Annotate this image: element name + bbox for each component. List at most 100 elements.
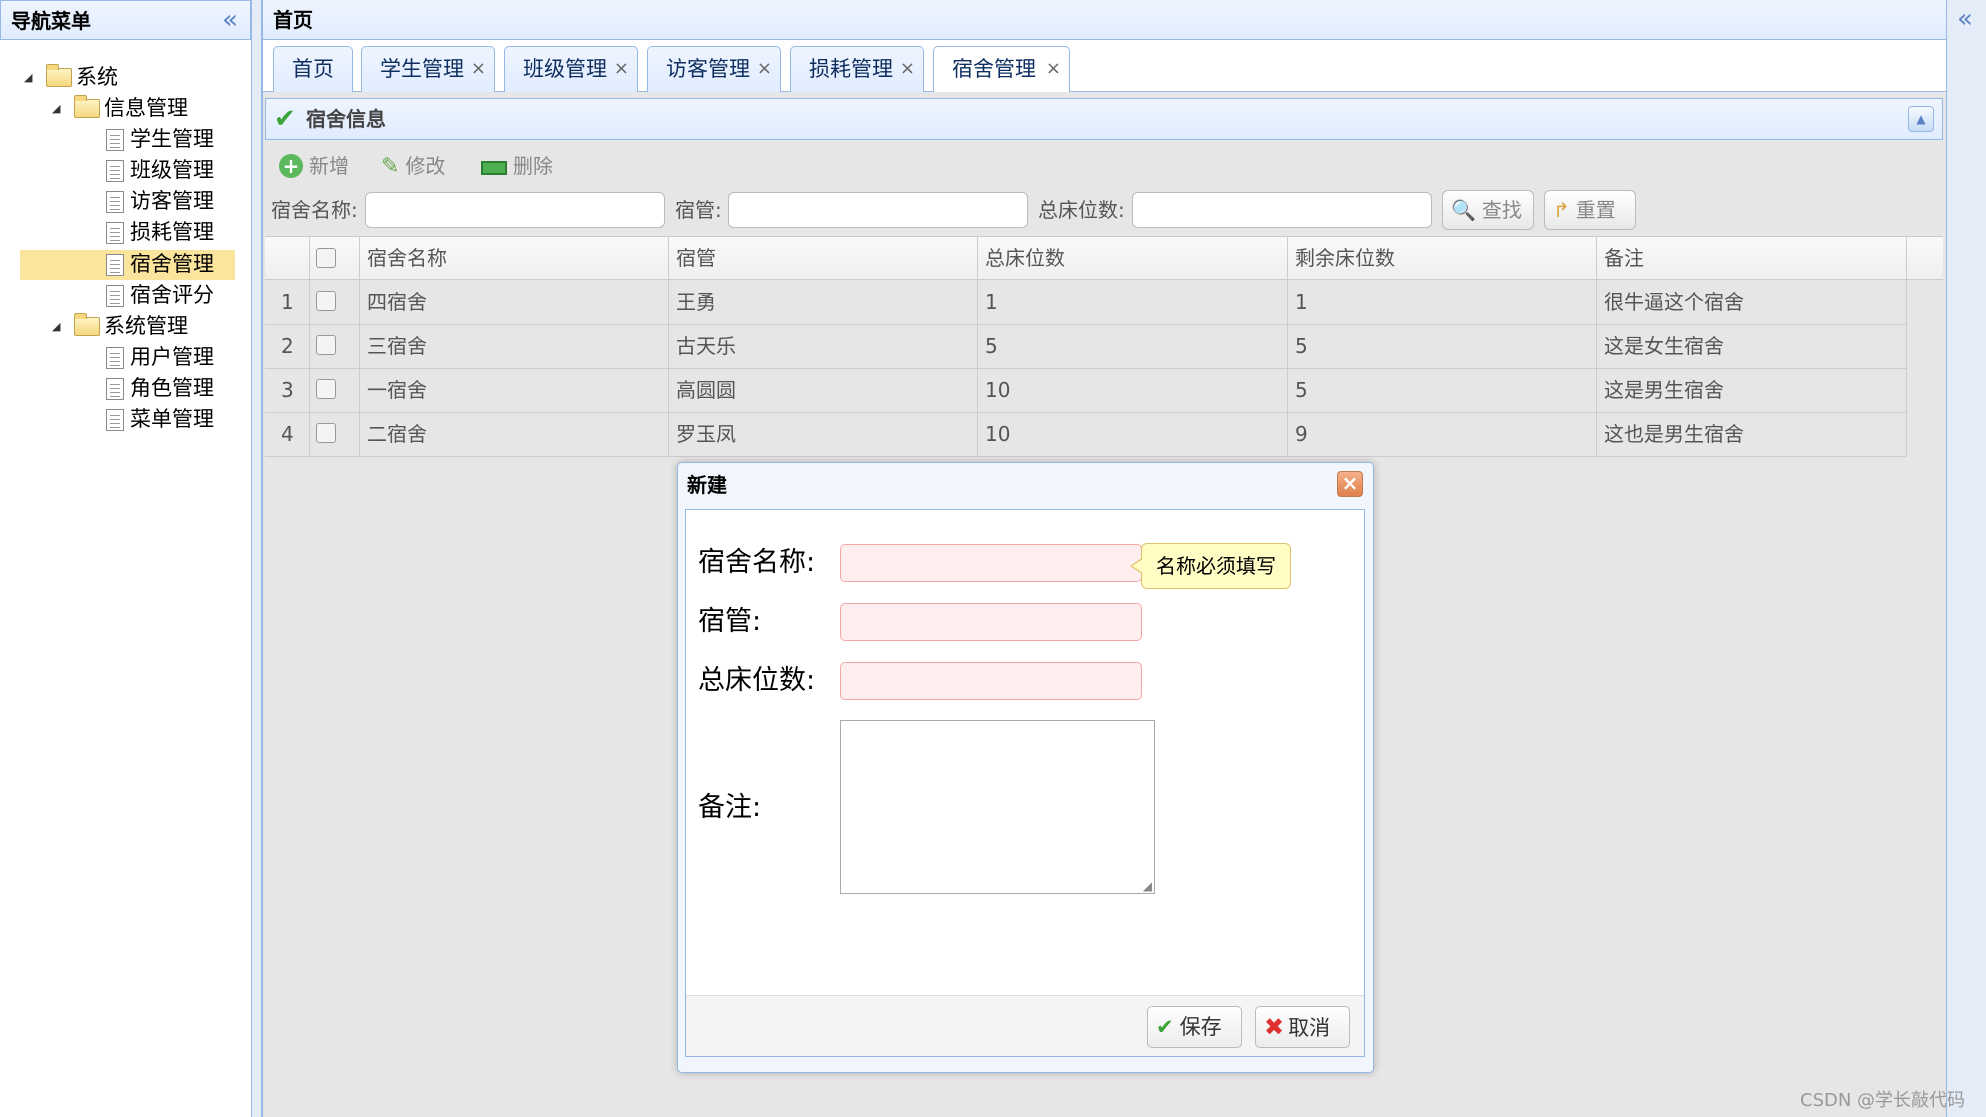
tree-item-loss[interactable]: 损耗管理 <box>106 217 214 248</box>
dialog-header: 新建 × <box>678 463 1373 507</box>
main-title: 首页 <box>273 8 313 32</box>
close-icon[interactable]: × <box>900 47 915 91</box>
cross-icon: ✖ <box>1264 1013 1285 1041</box>
save-button[interactable]: ✔ 保存 <box>1147 1006 1242 1048</box>
nav-header: 导航菜单 « <box>0 0 251 40</box>
minus-icon <box>481 160 507 175</box>
table-row[interactable]: 4 二宿舍 罗玉凤 10 9 这也是男生宿舍 <box>265 412 1906 456</box>
column-header-total-beds[interactable]: 总床位数 <box>985 236 1065 280</box>
row-checkbox[interactable] <box>316 423 336 443</box>
file-icon <box>106 190 124 213</box>
row-checkbox[interactable] <box>316 291 336 311</box>
datagrid-header: ✔ 宿舍信息 ▲ <box>265 98 1943 140</box>
tree-item-visitor[interactable]: 访客管理 <box>106 186 214 217</box>
tree-item-dorm[interactable]: 宿舍管理 <box>106 249 214 280</box>
file-icon <box>106 159 124 182</box>
tab-loss[interactable]: 损耗管理 × <box>790 46 924 92</box>
tab-student[interactable]: 学生管理 × <box>361 46 495 92</box>
validation-tooltip: 名称必须填写 <box>1130 543 1291 589</box>
file-icon <box>106 408 124 431</box>
tree-item-class[interactable]: 班级管理 <box>106 155 214 186</box>
search-name-label: 宿舍名称: <box>271 198 358 222</box>
grid-header-row <box>265 236 1943 280</box>
column-header-manager[interactable]: 宿管 <box>676 236 716 280</box>
table-row[interactable]: 1 四宿舍 王勇 1 1 很牛逼这个宿舍 <box>265 280 1906 324</box>
tab-strip: 首页 学生管理 × 班级管理 × 访客管理 × 损耗管理 × 宿舍管理 × <box>263 40 1947 93</box>
close-icon[interactable]: × <box>471 47 486 91</box>
nav-panel: 导航菜单 « ◢ 系统 ◢ 信息管理 学生管理 班级管理 访客管理 损耗管理 宿… <box>0 0 252 1117</box>
search-manager-input[interactable] <box>728 192 1028 228</box>
pencil-icon: ✎ <box>381 154 400 179</box>
close-icon[interactable]: × <box>1337 471 1363 497</box>
row-checkbox[interactable] <box>316 379 336 399</box>
dialog-footer: ✔ 保存 ✖ 取消 <box>686 995 1364 1056</box>
main-header: 首页 <box>263 0 1947 40</box>
collapse-left-icon[interactable]: « <box>222 5 238 35</box>
check-icon: ✔ <box>1156 1015 1174 1039</box>
search-beds-input[interactable] <box>1132 192 1432 228</box>
search-icon: 🔍 <box>1451 198 1476 222</box>
find-button[interactable]: 🔍 查找 <box>1442 190 1534 230</box>
watermark: CSDN @学长敲代码 <box>1800 1090 1966 1111</box>
tree-item-user[interactable]: 用户管理 <box>106 342 214 373</box>
tree-item-dorm-score[interactable]: 宿舍评分 <box>106 280 214 311</box>
file-icon <box>106 221 124 244</box>
dorm-name-input[interactable] <box>840 544 1142 582</box>
edit-button[interactable]: ✎ 修改 <box>381 151 445 182</box>
file-icon <box>106 253 124 276</box>
folder-icon <box>74 95 100 118</box>
tree-item-student[interactable]: 学生管理 <box>106 124 214 155</box>
expand-right-icon[interactable]: « <box>1957 4 1973 34</box>
expand-triangle-icon[interactable]: ◢ <box>24 62 32 93</box>
close-icon[interactable]: × <box>1046 47 1061 91</box>
reset-arrow-icon: ↱ <box>1553 198 1570 222</box>
add-button[interactable]: + 新增 <box>279 151 349 181</box>
collapse-up-icon[interactable]: ▲ <box>1908 106 1934 132</box>
column-header-remaining-beds[interactable]: 剩余床位数 <box>1295 236 1395 280</box>
select-all-checkbox[interactable] <box>316 248 336 268</box>
expand-triangle-icon[interactable]: ◢ <box>52 311 60 342</box>
close-icon[interactable]: × <box>757 47 772 91</box>
plus-icon: + <box>279 154 303 178</box>
folder-icon <box>74 313 100 336</box>
expand-triangle-icon[interactable]: ◢ <box>52 93 60 124</box>
file-icon <box>106 284 124 307</box>
resize-handle-icon[interactable]: ◢ <box>1143 879 1152 893</box>
folder-icon <box>46 64 72 87</box>
table-row[interactable]: 3 一宿舍 高圆圆 10 5 这是男生宿舍 <box>265 368 1906 412</box>
search-manager-label: 宿管: <box>675 198 722 222</box>
search-name-input[interactable] <box>365 192 665 228</box>
reset-button[interactable]: ↱ 重置 <box>1544 190 1636 230</box>
tree-item-menu[interactable]: 菜单管理 <box>106 404 214 435</box>
note-textarea[interactable]: ◢ <box>840 720 1155 894</box>
tree-root[interactable]: ◢ 系统 <box>24 62 118 93</box>
tab-home[interactable]: 首页 <box>273 46 353 92</box>
table-row[interactable]: 2 三宿舍 古天乐 5 5 这是女生宿舍 <box>265 324 1906 368</box>
row-checkbox[interactable] <box>316 335 336 355</box>
tab-visitor[interactable]: 访客管理 × <box>647 46 781 92</box>
tree-group-info[interactable]: ◢ 信息管理 <box>52 93 188 124</box>
total-beds-input[interactable] <box>840 662 1142 700</box>
file-icon <box>106 346 124 369</box>
manager-input[interactable] <box>840 603 1142 641</box>
tree-group-system[interactable]: ◢ 系统管理 <box>52 311 188 342</box>
search-beds-label: 总床位数: <box>1038 198 1125 222</box>
tab-class[interactable]: 班级管理 × <box>504 46 638 92</box>
layout-splitter[interactable] <box>252 0 262 1117</box>
dialog-title: 新建 <box>687 473 727 497</box>
column-header-name[interactable]: 宿舍名称 <box>367 236 447 280</box>
delete-button[interactable]: 删除 <box>481 151 553 181</box>
manager-label: 宿管: <box>698 606 762 637</box>
check-icon: ✔ <box>274 104 296 134</box>
cancel-button[interactable]: ✖ 取消 <box>1255 1006 1350 1048</box>
right-collapsed-panel: « <box>1946 0 1986 1117</box>
close-icon[interactable]: × <box>614 47 629 91</box>
file-icon <box>106 128 124 151</box>
nav-title: 导航菜单 <box>11 9 91 33</box>
tab-dorm[interactable]: 宿舍管理 × <box>933 46 1070 93</box>
file-icon <box>106 377 124 400</box>
note-label: 备注: <box>698 792 762 823</box>
dorm-name-label: 宿舍名称: <box>698 547 816 578</box>
column-header-note[interactable]: 备注 <box>1604 236 1644 280</box>
tree-item-role[interactable]: 角色管理 <box>106 373 214 404</box>
